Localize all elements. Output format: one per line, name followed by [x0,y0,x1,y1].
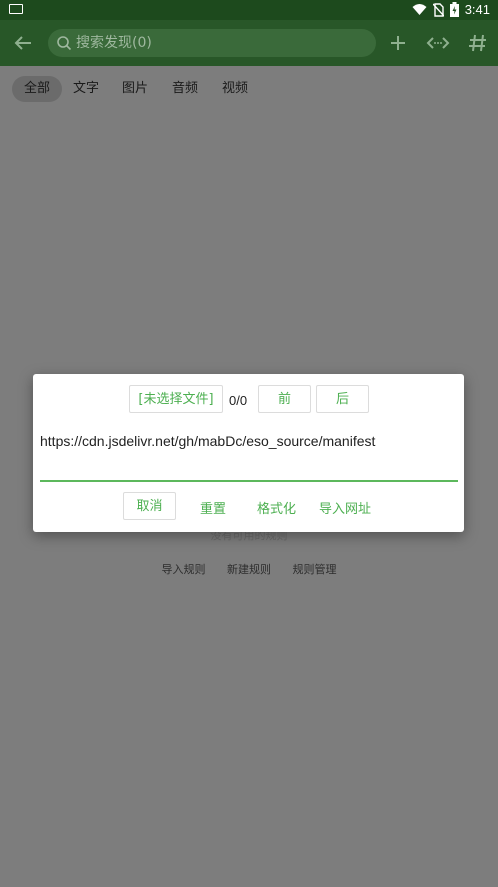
system-icons: 3:41 [412,2,490,17]
import-url-button[interactable]: 导入网址 [319,498,371,517]
format-button[interactable]: 格式化 [257,498,296,517]
tab-all[interactable]: 全部 [12,76,63,102]
hash-icon[interactable] [466,31,490,55]
tab-video[interactable]: 视频 [210,76,260,102]
clock: 3:41 [464,2,490,17]
no-sim-icon [432,2,444,17]
next-button[interactable]: 后 [316,385,369,413]
reset-button[interactable]: 重置 [200,498,226,517]
import-dialog: [未选择文件] 0/0 前 后 https://cdn.jsdelivr.net… [33,374,464,532]
tab-text[interactable]: 文字 [61,76,111,102]
code-icon[interactable] [426,31,450,55]
new-rule-link[interactable]: 新建规则 [227,563,271,576]
status-bar: 3:41 [0,0,498,20]
search-icon [57,36,72,51]
rule-management-link[interactable]: 规则管理 [293,563,337,576]
empty-state-links: 导入规则 新建规则 规则管理 [0,561,498,577]
tab-images[interactable]: 图片 [110,76,160,102]
wifi-icon [412,4,427,15]
battery-icon [449,2,459,17]
match-counter: 0/0 [229,393,248,408]
add-icon[interactable] [386,31,410,55]
category-tabs: 全部 文字 图片 音频 视频 [0,66,498,110]
search-box[interactable] [48,29,376,57]
choose-file-button[interactable]: [未选择文件] [129,385,223,413]
tab-audio[interactable]: 音频 [160,76,210,102]
cancel-button[interactable]: 取消 [123,492,176,520]
import-rule-link[interactable]: 导入规则 [162,563,206,576]
app-bar [0,20,498,66]
keyboard-icon [9,4,23,14]
url-text[interactable]: https://cdn.jsdelivr.net/gh/mabDc/eso_so… [40,433,375,449]
prev-button[interactable]: 前 [258,385,311,413]
back-arrow-icon[interactable] [11,31,35,55]
search-input[interactable] [76,29,366,57]
